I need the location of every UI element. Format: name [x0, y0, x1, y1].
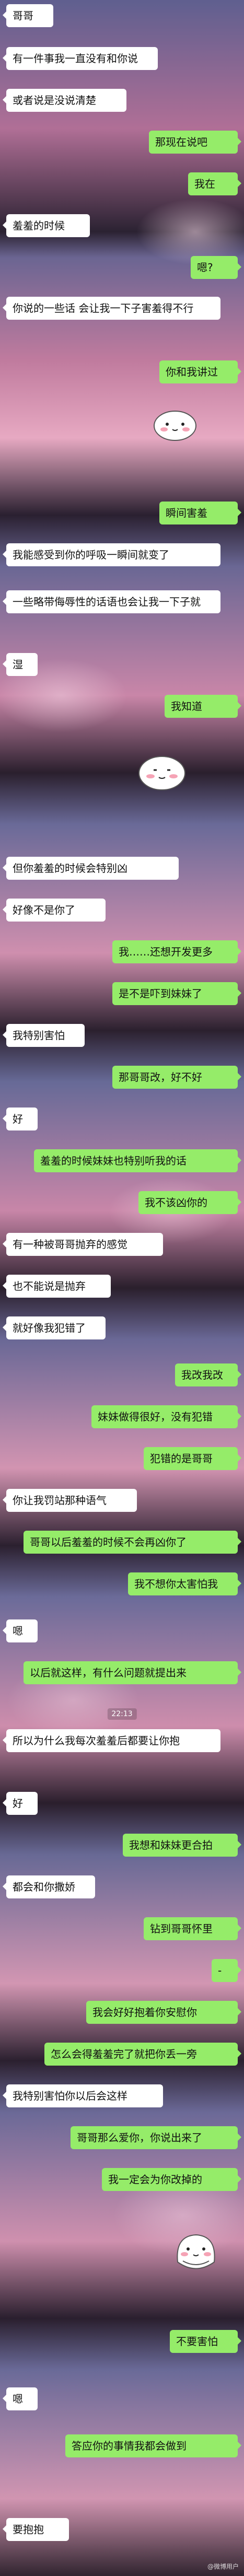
message-bubble[interactable]: 嗯: [3, 1619, 38, 1642]
message-bubble[interactable]: 我特别害怕: [3, 1024, 85, 1047]
message-bubble[interactable]: 所以为什么我每次羞羞后都要让你抱: [3, 1729, 220, 1752]
message-bubble[interactable]: 我会好好抱着你安慰你: [86, 2001, 241, 2024]
message-bubble[interactable]: 是不是吓到妹妹了: [112, 982, 241, 1005]
sticker-face-icon: [152, 407, 199, 444]
message-bubble[interactable]: 我特别害怕你以后会这样: [3, 2084, 163, 2107]
message-bubble[interactable]: 我能感受到你的呼吸一瞬间就变了: [3, 543, 220, 566]
message-bubble[interactable]: 我改我改: [175, 1363, 241, 1386]
message-bubble[interactable]: 嗯: [3, 2387, 38, 2410]
message-bubble[interactable]: 以后就这样，有什么问题就提出来: [24, 1661, 241, 1684]
message-bubble[interactable]: 要抱抱: [3, 2518, 69, 2541]
message-bubble[interactable]: 好: [3, 1792, 38, 1815]
message-bubble[interactable]: -: [212, 1959, 241, 1982]
sticker-hug-icon: [167, 2225, 225, 2278]
message-bubble[interactable]: 我知道: [165, 695, 241, 718]
message-bubble[interactable]: 哥哥: [3, 4, 53, 27]
message-bubble[interactable]: 羞羞的时候妹妹也特别听我的话: [34, 1149, 241, 1172]
message-bubble[interactable]: 我不想你太害怕我: [128, 1572, 241, 1595]
message-bubble[interactable]: 我一定会为你改掉的: [102, 2168, 241, 2191]
message-bubble[interactable]: 我……还想开发更多: [112, 940, 241, 963]
message-bubble[interactable]: 我想和妹妹更合拍: [123, 1834, 241, 1857]
message-bubble[interactable]: 就好像我犯错了: [3, 1316, 106, 1339]
message-bubble[interactable]: 我不该凶你的: [138, 1191, 241, 1214]
watermark: @微博用户: [207, 2563, 239, 2570]
message-bubble[interactable]: 怎么会得羞羞完了就把你丢一旁: [44, 2043, 241, 2066]
message-bubble[interactable]: 那现在说吧: [149, 131, 241, 154]
sticker-face-icon: [136, 752, 188, 794]
message-bubble[interactable]: 都会和你撒娇: [3, 1875, 95, 1898]
message-bubble[interactable]: 或者说是没说清楚: [3, 89, 126, 112]
message-bubble[interactable]: 有一种被哥哥抛弃的感觉: [3, 1233, 163, 1256]
message-bubble[interactable]: 那哥哥改，好不好: [112, 1066, 241, 1089]
message-bubble[interactable]: 一些略带侮辱性的话语也会让我一下子就: [3, 590, 220, 613]
timestamp: 22:13: [107, 1708, 137, 1720]
message-bubble[interactable]: 犯错的是哥哥: [144, 1447, 241, 1470]
message-bubble[interactable]: 羞羞的时候: [3, 214, 90, 237]
message-bubble[interactable]: 我在: [188, 172, 241, 195]
message-bubble[interactable]: 你让我罚站那种语气: [3, 1489, 137, 1512]
message-bubble[interactable]: 你和我讲过: [159, 360, 241, 383]
message-bubble[interactable]: 答应你的事情我都会做到: [65, 2434, 241, 2457]
message-bubble[interactable]: 你说的一些话 会让我一下子害羞得不行: [3, 297, 220, 320]
message-bubble[interactable]: 哥哥那么爱你，你说出来了: [71, 2126, 241, 2149]
message-bubble[interactable]: 钻到哥哥怀里: [144, 1917, 241, 1940]
message-bubble[interactable]: 好像不是你了: [3, 899, 106, 922]
message-bubble[interactable]: 瞬间害羞: [159, 502, 241, 524]
message-bubble[interactable]: 也不能说是抛弃: [3, 1275, 111, 1298]
message-bubble[interactable]: 妹妹做得很好，没有犯错: [91, 1405, 241, 1428]
message-bubble[interactable]: 湿: [3, 653, 38, 676]
message-bubble[interactable]: 好: [3, 1108, 38, 1130]
message-bubble[interactable]: 哥哥以后羞羞的时候不会再凶你了: [24, 1531, 241, 1554]
message-bubble[interactable]: 嗯?: [191, 256, 241, 279]
message-bubble[interactable]: 有一件事我一直没有和你说: [3, 47, 158, 70]
message-bubble[interactable]: 但你羞羞的时候会特别凶: [3, 857, 179, 880]
message-bubble[interactable]: 不要害怕: [170, 2330, 241, 2353]
